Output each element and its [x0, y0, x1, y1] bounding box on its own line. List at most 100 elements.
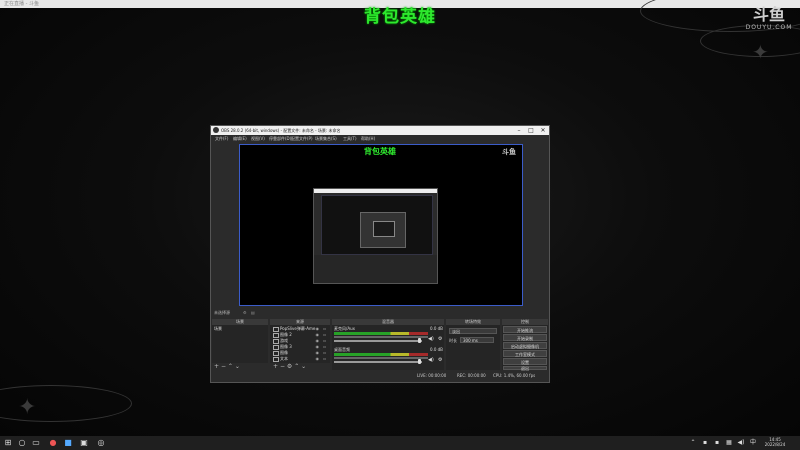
mixer-panel: 麦克风/Aux 0.0 dB ◀) ⚙ 桌面音频 0.0 dB ◀) ⚙ — [332, 325, 444, 370]
volume-slider[interactable] — [334, 340, 422, 342]
speaker-icon[interactable]: ◀) — [428, 357, 434, 363]
tray-icon[interactable]: ▪ — [700, 438, 710, 448]
volume-slider[interactable] — [334, 361, 422, 363]
stream-title: 背包英雄 — [364, 7, 436, 27]
move-up-icon[interactable]: ⌃ — [294, 363, 299, 370]
menu-file[interactable]: 文件(F) — [215, 135, 228, 143]
no-source-label: 未选择源 — [214, 310, 230, 315]
move-up-icon[interactable]: ⌃ — [228, 363, 233, 370]
mixer-channel-db: 0.0 dB — [430, 326, 443, 331]
nested-preview-2 — [360, 212, 406, 248]
browser-strip-text: 正在直播 - 斗鱼 — [4, 1, 39, 7]
duration-label: 时长 — [449, 338, 457, 343]
source-row[interactable]: 文本 ◉ ▫ — [270, 355, 328, 362]
filters-icon[interactable]: ▤ — [251, 310, 255, 315]
star-decoration-icon: ✦ — [18, 395, 37, 420]
preview-douyu-logo: 斗鱼 — [502, 148, 516, 156]
volume-meter — [334, 353, 428, 356]
source-settings-icon[interactable]: ⚙ — [287, 363, 292, 370]
nested-preview — [321, 195, 433, 255]
menu-edit[interactable]: 编辑(E) — [233, 135, 247, 143]
obs-app-icon — [213, 127, 219, 133]
douyu-logo-en: DOUYU.COM — [745, 24, 793, 31]
volume-slider-handle[interactable] — [418, 359, 421, 364]
scenes-dock-footer: + − ⌃ ⌄ — [214, 364, 268, 370]
status-bar: LIVE: 00:00:00 REC: 00:00:00 CPU: 1.4%, … — [211, 372, 549, 380]
mixer-channel-db: 0.0 dB — [430, 347, 443, 352]
clock-date: 2022/8/24 — [764, 442, 786, 447]
nested-docks — [314, 255, 437, 283]
start-recording-button[interactable]: 开始录制 — [503, 334, 547, 341]
browser-icon[interactable]: ● — [48, 438, 58, 448]
douyu-logo-cn: 斗鱼 — [752, 5, 785, 24]
speaker-icon[interactable]: ◀) — [428, 336, 434, 342]
source-type-icon — [273, 357, 279, 362]
transition-select[interactable]: 淡出 — [449, 328, 497, 334]
menu-scene-collection[interactable]: 场景集合(S) — [315, 135, 337, 143]
sources-list: PopSlive弹幕-Ame ◉ ▫ 图像 2 ◉ ▫ 游戏 ◉ ▫ 图像 3 … — [270, 325, 330, 363]
obs-titlebar[interactable]: OBS 28.0.2 (64-bit, windows) - 配置文件: 未命名… — [211, 126, 549, 135]
obs-taskbar-icon[interactable]: ◎ — [96, 438, 106, 448]
properties-icon[interactable]: ⚙ — [243, 310, 247, 315]
scene-item[interactable]: 场景 — [214, 326, 222, 332]
close-button[interactable]: ✕ — [537, 126, 549, 135]
settings-button[interactable]: 设置 — [503, 358, 547, 365]
gear-icon[interactable]: ⚙ — [438, 336, 442, 342]
volume-meter-scale — [334, 357, 428, 359]
studio-mode-button[interactable]: 工作室模式 — [503, 350, 547, 357]
exit-button[interactable]: 退出 — [503, 366, 547, 371]
lock-icon[interactable]: ▫ — [323, 355, 326, 362]
preview-stream-title: 背包英雄 — [364, 147, 396, 156]
scenes-list[interactable]: 场景 — [212, 325, 268, 363]
volume-meter — [334, 332, 428, 335]
volume-icon[interactable]: ◀) — [736, 438, 746, 448]
add-scene-icon[interactable]: + — [214, 363, 219, 370]
tray-icon[interactable]: ▪ — [712, 438, 722, 448]
network-icon[interactable]: ▦ — [724, 438, 734, 448]
douyu-logo: 斗鱼 DOUYU.COM — [740, 5, 798, 32]
clock[interactable]: 14:45 2022/8/24 — [760, 437, 790, 447]
live-status: LIVE: 00:00:00 — [417, 373, 447, 378]
minimize-button[interactable]: – — [513, 126, 525, 135]
menu-view[interactable]: 视图(V) — [251, 135, 265, 143]
cpu-status: CPU: 1.4%, 60.00 fps — [493, 373, 536, 378]
nested-titlebar — [314, 189, 437, 193]
menu-profile[interactable]: 配置文件(P) — [291, 135, 313, 143]
tray-icon[interactable]: ⌃ — [688, 438, 698, 448]
maximize-button[interactable]: □ — [525, 126, 537, 135]
transitions-panel: 淡出 时长 300 ms — [446, 325, 500, 370]
preview-canvas[interactable]: 背包英雄 斗鱼 — [239, 144, 523, 306]
rec-status: REC: 00:00:00 — [457, 373, 486, 378]
visibility-eye-icon[interactable]: ◉ — [316, 355, 320, 362]
sources-dock-footer: + − ⚙ ⌃ ⌄ — [273, 364, 329, 370]
menu-docks[interactable]: 停靠部件(D) — [269, 135, 291, 143]
search-icon[interactable]: ○ — [17, 438, 27, 448]
nested-preview-3 — [373, 221, 395, 237]
windows-start-icon[interactable]: ⊞ — [3, 438, 13, 448]
source-toolbar: 未选择源 ⚙ ▤ — [211, 309, 549, 316]
preview-nested-obs — [313, 188, 438, 284]
obs-window-title: OBS 28.0.2 (64-bit, windows) - 配置文件: 未命名… — [221, 128, 341, 133]
remove-source-icon[interactable]: − — [280, 363, 285, 370]
menu-help[interactable]: 帮助(H) — [361, 135, 375, 143]
start-streaming-button[interactable]: 开始推流 — [503, 326, 547, 333]
app-icon[interactable]: ■ — [63, 438, 73, 448]
menu-tools[interactable]: 工具(T) — [343, 135, 357, 143]
app-icon[interactable]: ▣ — [79, 438, 89, 448]
volume-slider-handle[interactable] — [418, 338, 421, 343]
controls-panel: 开始推流 开始录制 启动虚拟摄像机 工作室模式 设置 退出 — [502, 325, 548, 371]
star-decoration-icon: ✦ — [752, 40, 769, 64]
taskbar: ⊞ ○ ▭ ● ■ ▣ ◎ ⌃ ▪ ▪ ▦ ◀) 中 14:45 2022/8/… — [0, 436, 800, 450]
virtual-camera-button[interactable]: 启动虚拟摄像机 — [503, 342, 547, 349]
input-lang[interactable]: 中 — [748, 438, 758, 448]
add-source-icon[interactable]: + — [273, 363, 278, 370]
move-down-icon[interactable]: ⌄ — [235, 363, 240, 370]
duration-input[interactable]: 300 ms — [460, 337, 494, 343]
obs-window: OBS 28.0.2 (64-bit, windows) - 配置文件: 未命名… — [210, 125, 550, 383]
remove-scene-icon[interactable]: − — [221, 363, 226, 370]
volume-meter-scale — [334, 336, 428, 338]
obs-menubar: 文件(F) 编辑(E) 视图(V) 停靠部件(D) 配置文件(P) 场景集合(S… — [211, 135, 549, 143]
move-down-icon[interactable]: ⌄ — [301, 363, 306, 370]
gear-icon[interactable]: ⚙ — [438, 357, 442, 363]
task-view-icon[interactable]: ▭ — [31, 438, 41, 448]
